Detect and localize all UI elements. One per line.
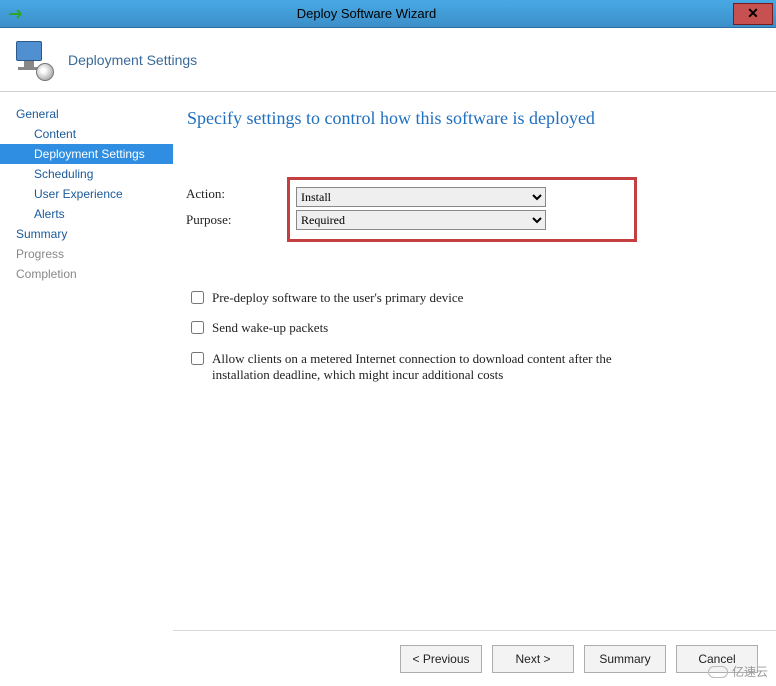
content: Specify settings to control how this sof… xyxy=(173,92,776,648)
window-title: Deploy Software Wizard xyxy=(0,6,733,21)
sidebar-item-user-experience[interactable]: User Experience xyxy=(0,184,173,204)
purpose-select[interactable]: Required xyxy=(296,210,546,230)
checkbox-group: Pre-deploy software to the user's primar… xyxy=(191,290,754,383)
predeploy-label: Pre-deploy software to the user's primar… xyxy=(212,290,463,306)
metered-row[interactable]: Allow clients on a metered Internet conn… xyxy=(191,351,671,384)
action-row: Action: Install xyxy=(296,187,628,207)
footer: < Previous Next > Summary Cancel xyxy=(173,630,776,686)
wizard-logo-icon xyxy=(12,39,54,81)
sidebar-group-completion: Completion xyxy=(0,264,173,284)
metered-checkbox[interactable] xyxy=(191,352,204,365)
predeploy-checkbox[interactable] xyxy=(191,291,204,304)
sidebar-group-summary[interactable]: Summary xyxy=(0,224,173,244)
sidebar-group-general[interactable]: General xyxy=(0,104,173,124)
wakeup-label: Send wake-up packets xyxy=(212,320,328,336)
action-select[interactable]: Install xyxy=(296,187,546,207)
purpose-label: Purpose: xyxy=(186,212,232,228)
sidebar-item-deployment-settings[interactable]: Deployment Settings xyxy=(0,144,173,164)
sidebar-item-scheduling[interactable]: Scheduling xyxy=(0,164,173,184)
settings-highlight-box: Action: Install Purpose: Required xyxy=(287,177,637,242)
content-heading: Specify settings to control how this sof… xyxy=(187,108,754,129)
back-arrow-icon[interactable] xyxy=(6,5,24,23)
sidebar-item-alerts[interactable]: Alerts xyxy=(0,204,173,224)
titlebar: Deploy Software Wizard ✕ xyxy=(0,0,776,28)
summary-button[interactable]: Summary xyxy=(584,645,666,673)
close-icon: ✕ xyxy=(747,5,759,22)
action-label: Action: xyxy=(186,186,225,202)
sidebar-group-progress: Progress xyxy=(0,244,173,264)
cancel-button[interactable]: Cancel xyxy=(676,645,758,673)
wakeup-checkbox[interactable] xyxy=(191,321,204,334)
wakeup-row[interactable]: Send wake-up packets xyxy=(191,320,671,336)
metered-label: Allow clients on a metered Internet conn… xyxy=(212,351,671,384)
purpose-row: Purpose: Required xyxy=(296,210,628,230)
page-title: Deployment Settings xyxy=(68,52,197,68)
sidebar-item-content[interactable]: Content xyxy=(0,124,173,144)
previous-button[interactable]: < Previous xyxy=(400,645,482,673)
close-button[interactable]: ✕ xyxy=(733,3,773,25)
body: General Content Deployment Settings Sche… xyxy=(0,92,776,648)
predeploy-row[interactable]: Pre-deploy software to the user's primar… xyxy=(191,290,671,306)
header: Deployment Settings xyxy=(0,28,776,92)
sidebar: General Content Deployment Settings Sche… xyxy=(0,92,173,648)
next-button[interactable]: Next > xyxy=(492,645,574,673)
